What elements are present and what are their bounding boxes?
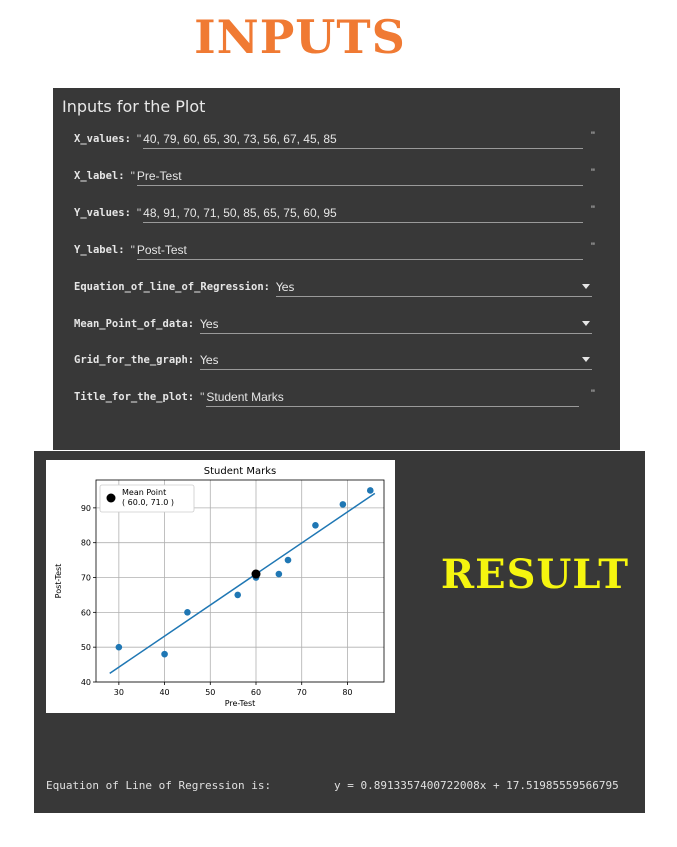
data-point — [284, 556, 292, 564]
mean-point-label: Mean_Point_of_data: — [74, 318, 195, 330]
chevron-down-icon — [582, 357, 591, 362]
title-plot-field: Title_for_the_plot: " Student Marks — [74, 385, 580, 407]
equation-label: Equation of Line of Regression is: — [46, 779, 272, 792]
plot-title: Student Marks — [204, 466, 276, 477]
grid-field: Grid_for_the_graph: Yes — [74, 348, 593, 370]
close-quote: " — [591, 130, 595, 142]
title-plot-label: Title_for_the_plot: — [74, 391, 195, 403]
y-tick-label: 40 — [81, 678, 91, 687]
x-values-field: X_values: " 40, 79, 60, 65, 30, 73, 56, … — [74, 127, 584, 149]
y-axis-label: Post-Test — [54, 564, 63, 599]
y-values-label: Y_values: — [74, 207, 131, 219]
x-label-label: X_label: — [74, 170, 125, 182]
legend-marker — [106, 493, 116, 503]
equation-line-field: Equation_of_line_of_Regression: Yes — [74, 275, 592, 297]
open-quote: " — [136, 132, 142, 146]
grid-select[interactable]: Yes — [200, 353, 593, 370]
equation-value: y = 0.8913357400722008x + 17.51985559566… — [334, 779, 619, 792]
x-values-input[interactable]: 40, 79, 60, 65, 30, 73, 56, 67, 45, 85 — [143, 132, 584, 149]
x-tick-label: 70 — [297, 688, 307, 697]
panel-title: Inputs for the Plot — [62, 97, 206, 116]
data-point — [161, 650, 168, 658]
x-label-field: X_label: " Pre-Test — [74, 164, 583, 186]
scatter-plot: 30 40 50 60 70 80 40 50 60 70 80 90 Student Marks Pre… — [54, 466, 385, 708]
x-tick-label: 80 — [342, 688, 352, 697]
regression-line — [109, 492, 376, 674]
x-axis-label: Pre-Test — [225, 699, 256, 708]
y-tick-label: 90 — [81, 504, 91, 513]
grid-value: Yes — [200, 353, 219, 367]
mean-point-select[interactable]: Yes — [200, 317, 593, 334]
data-point — [366, 487, 374, 494]
equation-line-label: Equation_of_line_of_Regression: — [74, 281, 270, 293]
y-tick-label: 80 — [81, 539, 91, 548]
x-label-input[interactable]: Pre-Test — [136, 169, 583, 186]
result-heading: RESULT — [440, 551, 630, 598]
equation-line-value: Yes — [275, 280, 295, 294]
data-point — [275, 570, 283, 578]
data-point — [339, 501, 347, 508]
mean-point-field: Mean_Point_of_data: Yes — [74, 312, 593, 334]
inputs-panel: Inputs for the Plot X_values: " 40, 79, … — [53, 88, 620, 450]
y-label-label: Y_label: — [74, 244, 125, 256]
x-tick-label: 50 — [205, 688, 215, 697]
x-tick-label: 60 — [251, 688, 261, 697]
y-tick-label: 50 — [81, 643, 91, 652]
y-values-field: Y_values: " 48, 91, 70, 71, 50, 85, 65, … — [74, 201, 584, 223]
close-quote: " — [591, 241, 595, 253]
data-point — [184, 609, 191, 616]
open-quote: " — [200, 390, 205, 404]
y-tick-label: 70 — [81, 574, 91, 583]
x-values-label: X_values: — [74, 133, 131, 145]
equation-line-select[interactable]: Yes — [275, 280, 592, 297]
legend-text: ( 60.0, 71.0 ) — [122, 498, 174, 507]
open-quote: " — [136, 206, 142, 220]
data-point — [115, 643, 123, 651]
data-point — [312, 521, 319, 529]
close-quote: " — [591, 167, 595, 179]
result-panel: 30 40 50 60 70 80 40 50 60 70 80 90 Student Marks Pre… — [34, 451, 645, 813]
y-tick-label: 60 — [81, 608, 91, 617]
x-tick-label: 30 — [114, 688, 124, 697]
data-point — [234, 591, 242, 599]
mean-point-marker — [251, 569, 261, 579]
x-tick-label: 40 — [159, 688, 169, 697]
open-quote: " — [130, 243, 135, 257]
legend-title: Mean Point — [122, 488, 166, 497]
open-quote: " — [130, 169, 135, 183]
mean-point-value: Yes — [200, 317, 219, 331]
chevron-down-icon — [581, 284, 590, 289]
close-quote: " — [591, 388, 595, 400]
y-values-input[interactable]: 48, 91, 70, 71, 50, 85, 65, 75, 60, 95 — [143, 206, 584, 223]
title-plot-input[interactable]: Student Marks — [206, 390, 580, 407]
grid-label: Grid_for_the_graph: — [74, 354, 195, 366]
plot-frame: 30 40 50 60 70 80 40 50 60 70 80 90 Student Marks Pre… — [46, 460, 395, 713]
chevron-down-icon — [582, 321, 591, 326]
y-label-field: Y_label: " Post-Test — [74, 238, 583, 260]
inputs-heading: INPUTS — [194, 10, 406, 64]
y-label-input[interactable]: Post-Test — [136, 243, 583, 260]
close-quote: " — [591, 204, 595, 216]
